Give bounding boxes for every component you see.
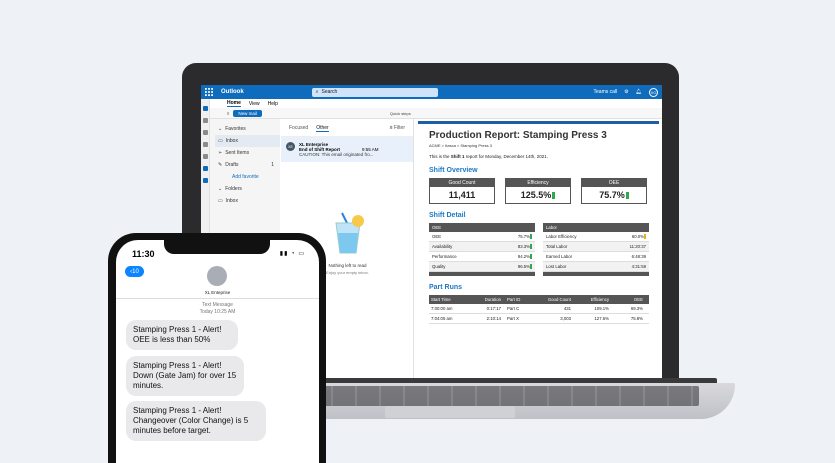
menu-home[interactable]: Home <box>227 100 241 107</box>
folder-sent[interactable]: ➢ Sent Items <box>218 147 280 159</box>
message-bubble[interactable]: Stamping Press 1 - Alert! Changeover (Co… <box>126 401 266 441</box>
back-button[interactable]: ‹ 10 <box>125 266 144 277</box>
todo-icon[interactable] <box>203 166 208 171</box>
inbox-icon: ▭ <box>218 138 223 144</box>
calendar-icon[interactable] <box>203 118 208 123</box>
menu-bar: Home View Help <box>201 99 662 108</box>
filter-button[interactable]: ⩧ Filter <box>390 125 405 132</box>
bell-icon[interactable]: 🔔︎ <box>636 89 642 95</box>
app-name: Outlook <box>221 89 244 95</box>
sender-avatar: XE <box>286 142 295 151</box>
divider <box>116 298 319 299</box>
kpi-efficiency: Efficiency 125.5% <box>505 178 571 204</box>
add-favorite-link[interactable]: Add favorite <box>218 171 280 183</box>
reading-pane: Production Report: Stamping Press 3 ACME… <box>415 119 662 378</box>
phone-time: 11:30 <box>132 249 155 259</box>
table-row: Quality 96.5% <box>429 262 535 272</box>
outlook-titlebar: Outlook ⌕ Search Teams call ⚙ 🔔︎ XO <box>201 85 662 99</box>
teams-call-button[interactable]: Teams call <box>594 89 618 95</box>
message-preview: CAUTION: This email originated fro... <box>299 152 374 157</box>
kpi-good-count: Good Count 11,411 <box>429 178 495 204</box>
contact-avatar[interactable] <box>207 266 227 286</box>
list-item[interactable]: XE XL Enterprise End of Shift Report 9:55… <box>281 137 413 162</box>
menu-help[interactable]: Help <box>268 101 278 107</box>
signal-wifi-battery-icon: ▮▮ ◔ ▭ <box>279 251 305 257</box>
shift-overview-title: Shift Overview <box>429 167 478 174</box>
table-row: OEE 75.7% <box>429 232 535 242</box>
mail-icon[interactable] <box>203 106 208 111</box>
search-input[interactable]: ⌕ Search <box>311 87 438 97</box>
new-mail-button[interactable]: New mail <box>233 109 262 117</box>
phone-screen: 11:30 ▮▮ ◔ ▭ ‹ 10 XL Enteprise Text Messa… <box>116 240 319 463</box>
laptop-trackpad <box>385 406 515 418</box>
drink-glass-icon <box>334 212 364 254</box>
part-runs-title: Part Runs <box>429 284 463 291</box>
app-launcher-icon[interactable] <box>205 88 213 96</box>
folder-inbox[interactable]: ▭ Inbox <box>215 135 280 147</box>
hamburger-icon[interactable]: ≡ <box>227 111 229 116</box>
folder-inbox-2[interactable]: ▭ Inbox <box>218 195 280 207</box>
attach-icon[interactable] <box>203 154 208 159</box>
people-icon[interactable] <box>203 130 208 135</box>
message-header: Text Message Today 10:25 AM <box>199 302 236 315</box>
message-bubble[interactable]: Stamping Press 1 - Alert! OEE is less th… <box>126 320 238 350</box>
status-bar-green <box>625 192 629 199</box>
send-icon: ➢ <box>218 150 223 156</box>
quick-steps-button[interactable]: Quick steps <box>390 111 411 116</box>
folders-header[interactable]: ⌄ Folders <box>218 183 280 195</box>
table-row: Performance 94.2% <box>429 252 535 262</box>
shift-detail-title: Shift Detail <box>429 212 466 219</box>
table-row: 7:04:05 am 2:10:14 Part X 3,003 127.6% 75.8% <box>429 314 649 324</box>
part-runs-table: Start Time Duration Part ID Good Count Effic… <box>429 295 649 324</box>
report-title: Production Report: Stamping Press 3 <box>429 130 607 141</box>
contact-name[interactable]: XL Enteprise <box>116 290 319 295</box>
oee-table: OEE OEE 75.7% Availability 83.3% Performan… <box>429 223 535 276</box>
tab-other[interactable]: Other <box>316 125 329 132</box>
breadcrumb: ACME > Itasca > Stamping Press 3 <box>429 143 492 148</box>
chevron-down-icon: ⌄ <box>218 186 223 192</box>
table-row: Lost Labor 4:31:59 <box>543 262 649 272</box>
favorites-header[interactable]: ⌄ Favorites <box>218 123 280 135</box>
table-row: Availability 83.3% <box>429 242 535 252</box>
pencil-icon: ✎ <box>218 162 223 168</box>
labor-table: Labor Labor Efficiency 60.0% Total Labor 1… <box>543 223 649 276</box>
phone-notch <box>164 240 270 254</box>
tab-focused[interactable]: Focused <box>289 125 308 132</box>
message-bubble[interactable]: Stamping Press 1 - Alert! Down (Gate Jam… <box>126 356 244 396</box>
drafts-count: 1 <box>271 162 274 168</box>
menu-view[interactable]: View <box>249 101 260 107</box>
table-row: 7:00:00 am 0:17:17 Part C 431 109.1% 69.3% <box>429 304 649 314</box>
word-icon[interactable] <box>203 178 208 183</box>
groups-icon[interactable] <box>203 142 208 147</box>
search-icon: ⌕ <box>315 89 319 95</box>
folder-drafts[interactable]: ✎ Drafts 1 <box>218 159 280 171</box>
table-row: Earned Labor 6:48:39 <box>543 252 649 262</box>
report-intro: This is the Shift 1 report for Monday, D… <box>429 154 548 159</box>
table-row: Labor Efficiency 60.0% <box>543 232 649 242</box>
chevron-down-icon: ⌄ <box>218 126 223 132</box>
kpi-oee: OEE 75.7% <box>581 178 647 204</box>
ribbon: ≡ New mail Quick steps <box>201 108 662 119</box>
search-placeholder: Search <box>321 89 338 95</box>
status-bar-green <box>552 192 556 199</box>
avatar[interactable]: XO <box>649 87 658 97</box>
inbox-icon: ▭ <box>218 198 223 204</box>
gear-icon[interactable]: ⚙ <box>624 89 628 95</box>
table-row: Total Labor 11:20:37 <box>543 242 649 252</box>
